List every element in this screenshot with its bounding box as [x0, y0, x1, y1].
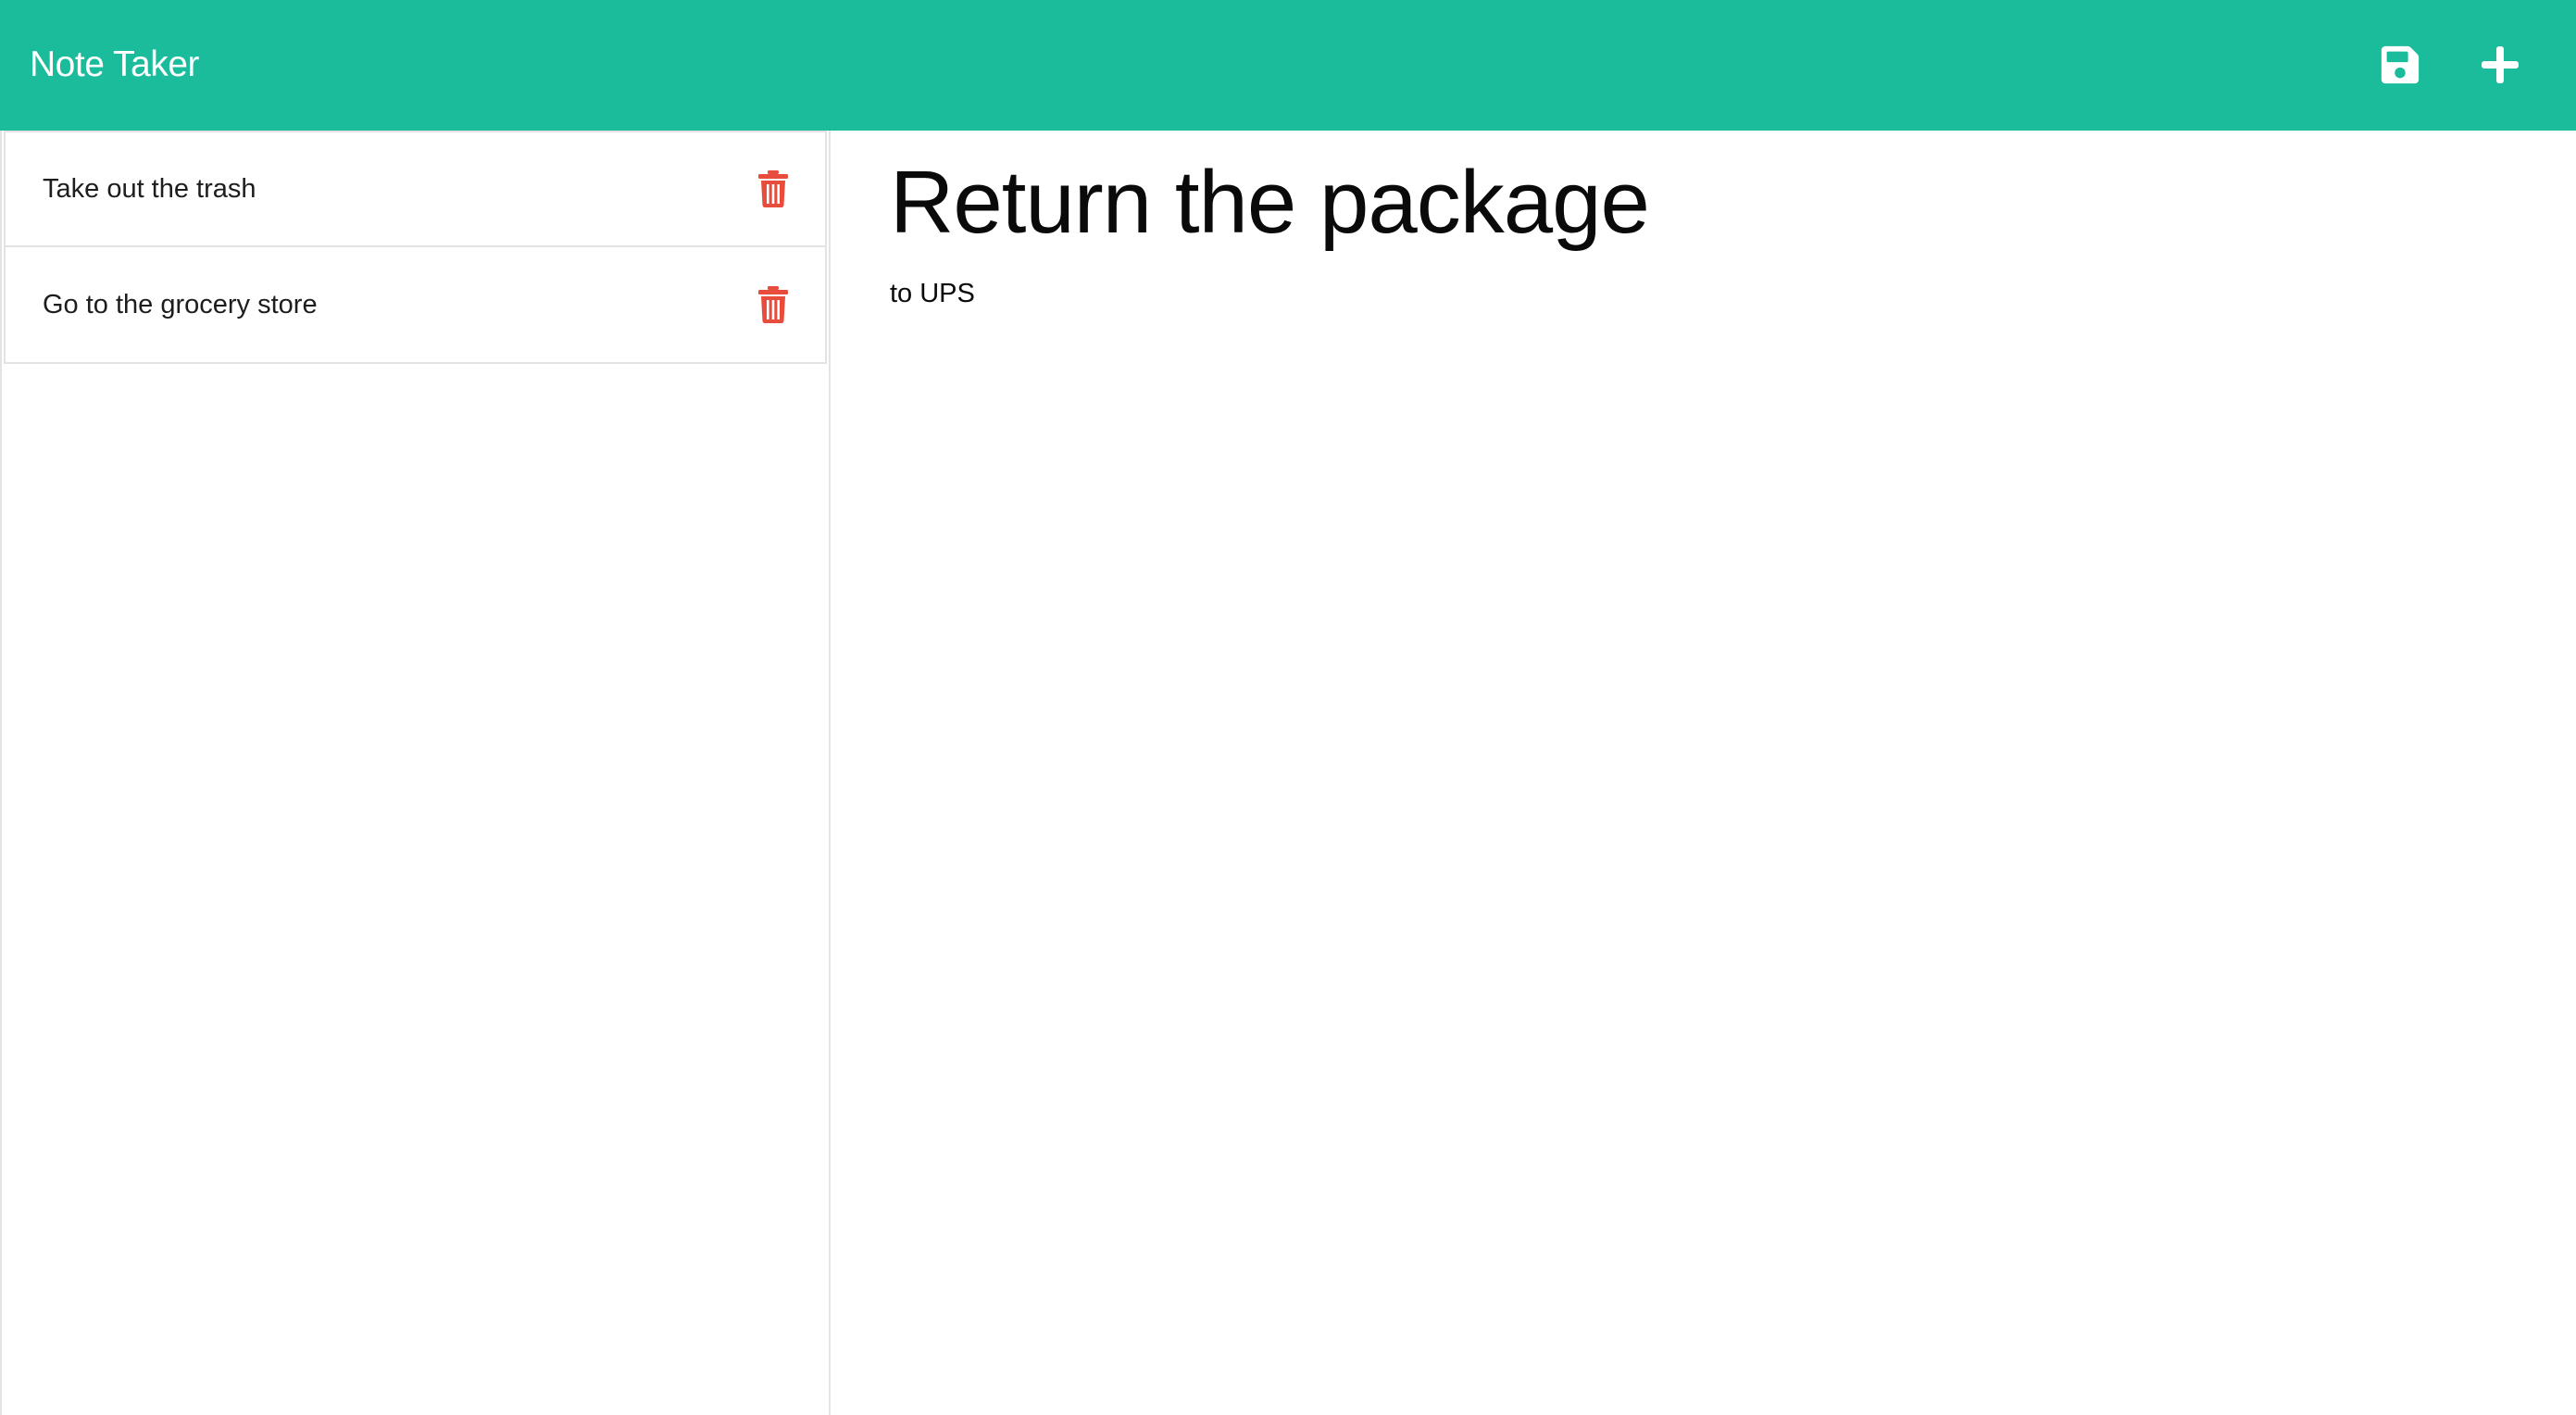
navbar: Note Taker [0, 0, 2576, 131]
note-item-title[interactable]: Take out the trash [43, 170, 256, 207]
delete-note-button[interactable] [755, 284, 792, 325]
note-title-input[interactable] [890, 147, 2464, 258]
floppy-disk-icon [2381, 45, 2420, 84]
save-note-button[interactable] [2372, 37, 2428, 93]
note-list-sidebar: Take out the trash Go to the grocery sto… [0, 131, 831, 1415]
note-list-item[interactable]: Take out the trash [4, 131, 827, 247]
note-editor: to UPS [831, 131, 2576, 1415]
note-text-area[interactable]: to UPS [890, 275, 2520, 1108]
delete-note-button[interactable] [755, 169, 792, 209]
note-list: Take out the trash Go to the grocery sto… [2, 131, 829, 364]
trash-icon [758, 170, 788, 207]
trash-icon [758, 286, 788, 323]
plus-icon [2482, 46, 2519, 83]
note-item-title[interactable]: Go to the grocery store [43, 286, 318, 323]
note-list-item[interactable]: Go to the grocery store [4, 247, 827, 364]
new-note-button[interactable] [2472, 37, 2528, 93]
app-title[interactable]: Note Taker [30, 41, 199, 89]
